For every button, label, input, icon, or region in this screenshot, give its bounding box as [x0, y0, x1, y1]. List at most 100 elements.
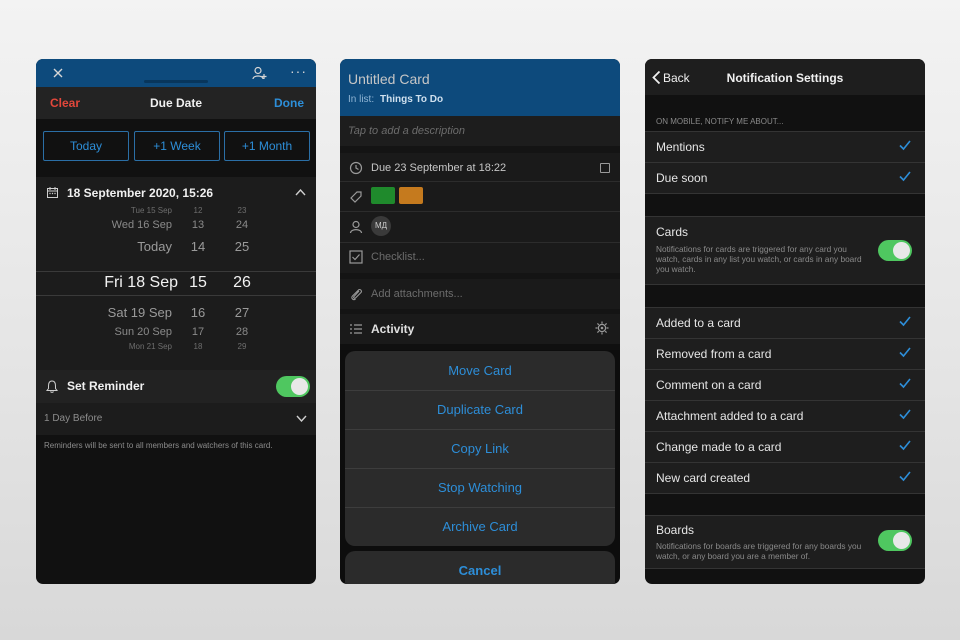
back-chevron-icon[interactable]	[652, 70, 661, 85]
picker-day[interactable]: Tue 15 Sep	[76, 206, 172, 215]
attachments-row[interactable]: Add attachments...	[340, 279, 620, 309]
check-icon	[899, 471, 911, 482]
setting-label: Added to a card	[656, 316, 741, 330]
gear-icon[interactable]	[595, 321, 609, 335]
section-header: ON MOBILE, NOTIFY ME ABOUT...	[656, 117, 784, 126]
setting-label: Due soon	[656, 171, 708, 185]
picker-hour[interactable]: 13	[186, 219, 210, 231]
setting-label: New card created	[656, 471, 751, 485]
plus-week-button[interactable]: +1 Week	[134, 131, 220, 161]
picker-hour[interactable]: 14	[186, 239, 210, 254]
checklist-icon	[349, 250, 363, 264]
activity-label: Activity	[371, 322, 415, 336]
check-icon	[899, 378, 911, 389]
setting-row-new-card[interactable]: New card created	[645, 463, 925, 493]
picker-minute[interactable]: 24	[230, 219, 254, 231]
picker-hour[interactable]: 18	[186, 342, 210, 351]
picker-minute[interactable]: 25	[230, 239, 254, 254]
picker-day[interactable]: Sun 20 Sep	[76, 326, 173, 338]
action-sheet: Move Card Duplicate Card Copy Link Stop …	[345, 351, 615, 546]
reminder-note: Reminders will be sent to all members an…	[44, 441, 273, 450]
check-icon	[899, 409, 911, 420]
picker-minute[interactable]: 28	[230, 326, 254, 338]
list-name[interactable]: Things To Do	[380, 94, 443, 105]
check-icon	[899, 140, 911, 151]
label-green[interactable]	[371, 187, 395, 204]
reminder-row: Set Reminder	[36, 370, 316, 403]
clock-icon	[349, 161, 363, 175]
nav-bar: Back Notification Settings	[645, 59, 925, 95]
close-icon[interactable]	[53, 68, 63, 78]
setting-row-change[interactable]: Change made to a card	[645, 432, 925, 462]
card-fields: Due 23 September at 18:22 МД Checklist..…	[340, 153, 620, 273]
setting-row-comment[interactable]: Comment on a card	[645, 370, 925, 400]
setting-label: Comment on a card	[656, 378, 762, 392]
copy-link-button[interactable]: Copy Link	[345, 429, 615, 468]
done-button[interactable]: Done	[274, 96, 304, 110]
plus-month-button[interactable]: +1 Month	[224, 131, 310, 161]
stop-watching-button[interactable]: Stop Watching	[345, 468, 615, 507]
setting-row-due-soon[interactable]: Due soon	[645, 163, 925, 193]
in-list-label: In list:	[348, 94, 375, 105]
due-date-screen: ··· Clear Due Date Done Today +1 Week +1…	[36, 59, 316, 584]
boards-toggle[interactable]	[878, 530, 912, 551]
avatar[interactable]: МД	[371, 216, 391, 236]
due-complete-checkbox[interactable]	[600, 163, 610, 173]
attachments-placeholder: Add attachments...	[371, 288, 463, 300]
setting-label: Mentions	[656, 140, 705, 154]
picker-day[interactable]: Wed 16 Sep	[76, 219, 172, 231]
setting-label: Removed from a card	[656, 347, 772, 361]
picker-minute[interactable]: 23	[230, 206, 254, 215]
picker-hour-selected[interactable]: 15	[186, 274, 210, 292]
picker-minute-selected[interactable]: 26	[230, 274, 254, 292]
picker-minute[interactable]: 27	[230, 305, 254, 320]
archive-card-button[interactable]: Archive Card	[345, 507, 615, 546]
setting-label: Change made to a card	[656, 440, 782, 454]
checklist-field[interactable]: Checklist...	[371, 251, 425, 263]
setting-row-attachment[interactable]: Attachment added to a card	[645, 401, 925, 431]
bell-icon	[46, 380, 58, 393]
setting-row-mentions[interactable]: Mentions	[645, 132, 925, 162]
setting-row-removed[interactable]: Removed from a card	[645, 339, 925, 369]
card-title[interactable]: Untitled Card	[348, 71, 430, 87]
label-icon	[350, 191, 362, 203]
chevron-down-icon[interactable]	[296, 415, 307, 422]
calendar-icon	[47, 187, 58, 198]
due-date-field[interactable]: Due 23 September at 18:22	[371, 162, 506, 174]
reminder-toggle[interactable]	[276, 376, 310, 397]
today-button[interactable]: Today	[43, 131, 129, 161]
picker-day[interactable]: Sat 19 Sep	[76, 305, 172, 320]
setting-row-added[interactable]: Added to a card	[645, 308, 925, 338]
description-placeholder: Tap to add a description	[348, 125, 466, 137]
page-title: Notification Settings	[726, 71, 844, 85]
cards-title: Cards	[656, 225, 689, 239]
add-member-icon[interactable]	[252, 66, 267, 80]
picker-hour[interactable]: 17	[186, 326, 210, 338]
back-button[interactable]: Back	[663, 71, 690, 85]
setting-label: Attachment added to a card	[656, 409, 804, 423]
cards-setting: Cards Notifications for cards are trigge…	[645, 217, 925, 284]
picker-minute[interactable]: 29	[230, 342, 254, 351]
picker-day[interactable]: Mon 21 Sep	[76, 342, 172, 351]
check-icon	[899, 347, 911, 358]
cards-description: Notifications for cards are triggered fo…	[656, 244, 862, 274]
boards-description: Notifications for boards are triggered f…	[656, 541, 862, 561]
picker-day[interactable]: Today	[76, 239, 172, 254]
picker-hour[interactable]: 16	[186, 305, 210, 320]
check-icon	[899, 440, 911, 451]
picker-hour[interactable]: 12	[186, 206, 210, 215]
due-date-header: Clear Due Date Done	[36, 87, 316, 119]
picker-day-selected[interactable]: Fri 18 Sep	[76, 274, 178, 292]
reminder-select[interactable]: 1 Day Before	[36, 403, 316, 435]
cancel-button[interactable]: Cancel	[345, 551, 615, 584]
card-detail-screen: Untitled Card In list: Things To Do Tap …	[340, 59, 620, 584]
label-orange[interactable]	[399, 187, 423, 204]
selected-date-row[interactable]: 18 September 2020, 15:26	[36, 177, 316, 209]
chevron-up-icon[interactable]	[295, 189, 306, 196]
card-header: Untitled Card In list: Things To Do	[340, 59, 620, 116]
move-card-button[interactable]: Move Card	[345, 351, 615, 390]
description-field[interactable]: Tap to add a description	[340, 116, 620, 146]
duplicate-card-button[interactable]: Duplicate Card	[345, 390, 615, 429]
cards-toggle[interactable]	[878, 240, 912, 261]
more-icon[interactable]: ···	[290, 63, 307, 79]
